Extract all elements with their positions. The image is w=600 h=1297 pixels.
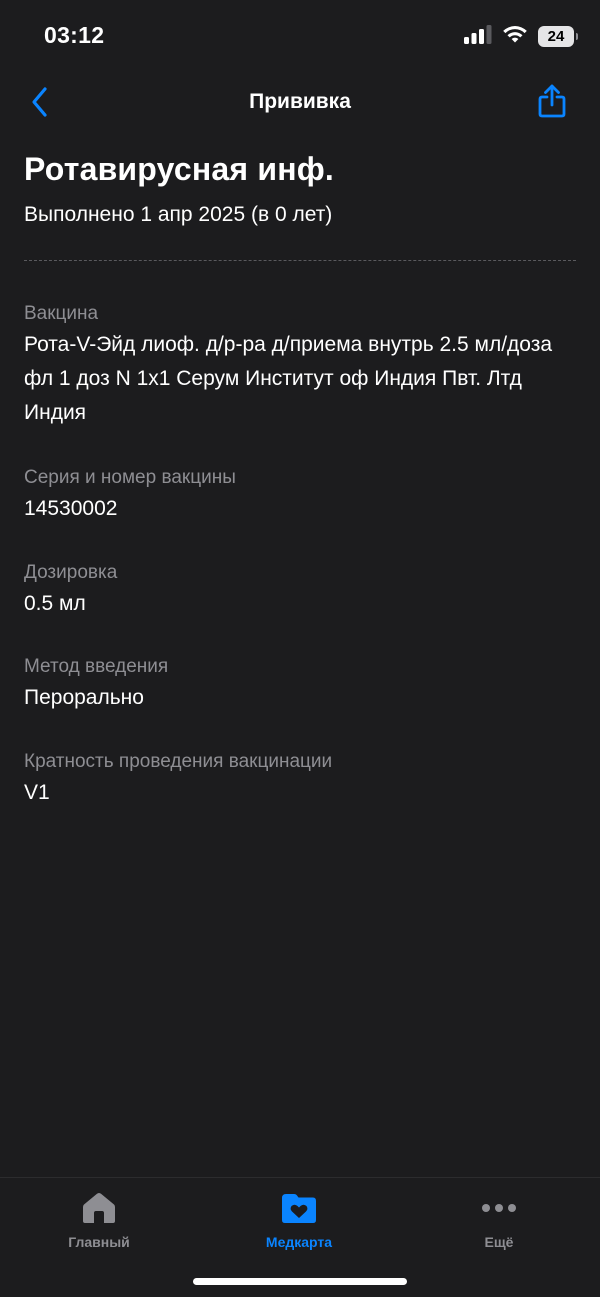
battery-level: 24 xyxy=(547,27,565,45)
field-dosage: Дозировка 0.5 мл xyxy=(24,559,576,621)
more-dots-icon xyxy=(429,1190,569,1226)
field-label: Кратность проведения вакцинации xyxy=(24,751,333,772)
page-title: Ротавирусная инф. xyxy=(24,151,335,187)
field-vaccine: Вакцина Рота-V-Эйд лиоф. д/р-ра д/приема… xyxy=(24,300,576,430)
tab-more[interactable]: Ещё xyxy=(429,1190,569,1250)
cellular-signal-icon xyxy=(464,24,492,49)
tab-home[interactable]: Главный xyxy=(29,1190,169,1250)
heart-folder-icon xyxy=(229,1190,369,1226)
field-vaccination-multiplicity: Кратность проведения вакцинации V1 xyxy=(24,748,576,810)
status-bar: 03:12 24 xyxy=(0,0,600,72)
tab-label: Ещё xyxy=(484,1234,514,1250)
dashed-divider xyxy=(24,260,576,261)
share-icon xyxy=(538,84,566,118)
wifi-icon xyxy=(502,24,528,49)
battery-icon: 24 xyxy=(538,25,578,47)
field-value: 14530002 xyxy=(24,497,118,520)
field-value: V1 xyxy=(24,781,50,804)
tab-label: Медкарта xyxy=(265,1234,333,1250)
field-value: Рота-V-Эйд лиоф. д/р-ра д/приема внутрь … xyxy=(24,333,553,424)
tab-label: Главный xyxy=(68,1234,130,1250)
field-batch-number: Серия и номер вакцины 14530002 xyxy=(24,464,576,526)
vaccination-date: Выполнено 1 апр 2025 (в 0 лет) xyxy=(24,203,333,226)
house-icon xyxy=(29,1190,169,1226)
nav-title: Прививка xyxy=(249,90,351,113)
field-label: Метод введения xyxy=(24,656,169,677)
field-label: Серия и номер вакцины xyxy=(24,467,236,488)
tab-medical-record[interactable]: Медкарта xyxy=(229,1190,369,1250)
status-icons: 24 xyxy=(464,24,578,49)
field-label: Вакцина xyxy=(24,303,99,324)
field-value: Перорально xyxy=(24,686,144,709)
status-time: 03:12 xyxy=(44,22,105,48)
navigation-bar: Прививка xyxy=(0,72,600,132)
field-administration-method: Метод введения Перорально xyxy=(24,653,576,715)
share-button[interactable] xyxy=(532,80,572,122)
screen: 03:12 24 Прививка Ротавирусная инф. Выпо… xyxy=(0,0,600,1297)
field-value: 0.5 мл xyxy=(24,592,86,615)
home-indicator[interactable] xyxy=(193,1278,407,1285)
field-label: Дозировка xyxy=(24,562,118,583)
